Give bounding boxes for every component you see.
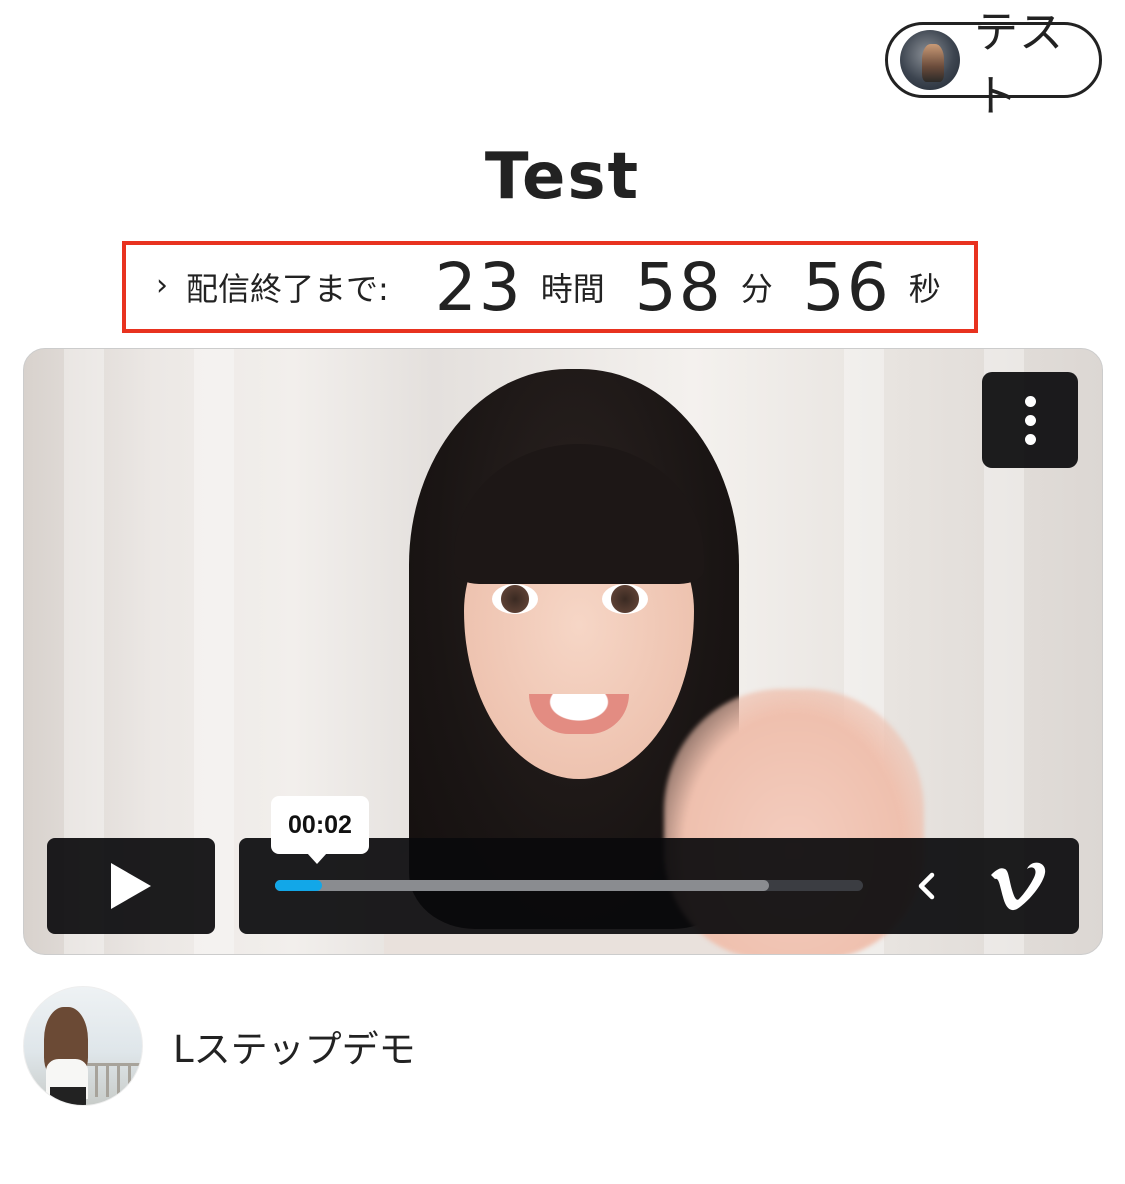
vimeo-link[interactable] xyxy=(983,858,1053,914)
countdown-seconds: 56 xyxy=(802,248,891,326)
progress-bar[interactable] xyxy=(275,880,863,891)
video-frame-detail xyxy=(492,584,538,614)
video-player[interactable]: 00:02 xyxy=(23,348,1103,955)
chevron-right-icon: › xyxy=(156,267,168,303)
delivery-countdown: › 配信終了まで: 23 時間 58 分 56 秒 xyxy=(122,241,978,333)
countdown-minutes: 58 xyxy=(634,248,723,326)
collapse-controls-button[interactable] xyxy=(907,864,947,908)
avatar-detail xyxy=(84,1063,142,1097)
play-button[interactable] xyxy=(47,838,215,934)
countdown-hours-unit: 時間 xyxy=(540,270,605,308)
avatar-detail xyxy=(50,1087,86,1105)
time-tooltip: 00:02 xyxy=(271,796,369,864)
countdown-seconds-unit: 秒 xyxy=(908,270,941,308)
more-vertical-icon-dot xyxy=(1024,414,1036,426)
channel-avatar xyxy=(23,986,143,1106)
play-icon xyxy=(111,863,151,909)
countdown-minutes-unit: 分 xyxy=(740,270,773,308)
channel-name: Lステップデモ xyxy=(173,1028,416,1071)
channel-link[interactable]: Lステップデモ xyxy=(23,986,416,1106)
page-title: Test xyxy=(484,140,641,214)
chevron-left-icon xyxy=(918,872,935,900)
progress-buffered xyxy=(275,880,769,891)
user-name: テスト xyxy=(974,7,1064,122)
countdown-hours: 23 xyxy=(434,248,523,326)
video-frame-detail xyxy=(602,584,648,614)
more-vertical-icon-dot xyxy=(1024,433,1036,445)
more-options-button[interactable] xyxy=(982,372,1078,468)
progress-played xyxy=(275,880,323,891)
user-avatar xyxy=(900,30,960,90)
user-menu-button[interactable]: テスト xyxy=(885,7,1102,122)
more-vertical-icon xyxy=(1024,395,1036,407)
countdown-label: 配信終了まで: xyxy=(186,270,389,308)
vimeo-icon xyxy=(991,862,1046,911)
